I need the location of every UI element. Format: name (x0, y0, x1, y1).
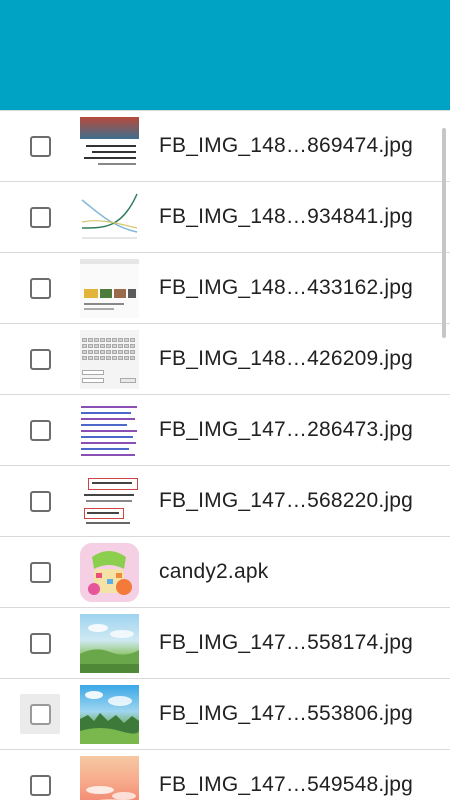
thumb-landscape-icon (80, 613, 139, 673)
checkbox-container[interactable] (20, 765, 60, 800)
file-name: FB_IMG_147…558174.jpg (159, 631, 414, 654)
thumb-sunset-icon (80, 755, 139, 800)
checkbox-container[interactable] (20, 410, 60, 450)
list-item[interactable]: FB_IMG_147…286473.jpg (0, 395, 450, 466)
file-name: FB_IMG_148…869474.jpg (159, 134, 414, 157)
list-item[interactable]: FB_IMG_147…549548.jpg (0, 750, 450, 800)
list-item[interactable]: candy2.apk (0, 537, 450, 608)
thumb-webpage-icon (80, 258, 139, 318)
checkbox-container[interactable] (20, 552, 60, 592)
checkbox-container[interactable] (20, 623, 60, 663)
checkbox[interactable] (29, 561, 51, 583)
file-name: FB_IMG_148…433162.jpg (159, 276, 414, 299)
file-list[interactable]: FB_IMG_148…869474.jpg FB_IMG_148…934841.… (0, 110, 450, 800)
checkbox[interactable] (29, 348, 51, 370)
list-item[interactable]: FB_IMG_148…426209.jpg (0, 324, 450, 395)
list-item[interactable]: FB_IMG_147…553806.jpg (0, 679, 450, 750)
checkbox-container[interactable] (20, 197, 60, 237)
file-name: FB_IMG_147…568220.jpg (159, 489, 414, 512)
app-bar (0, 0, 450, 110)
thumb-line-chart-icon (80, 187, 139, 247)
thumb-arabic-text-icon (80, 116, 139, 176)
thumb-code-icon (80, 400, 139, 460)
list-item[interactable]: FB_IMG_147…558174.jpg (0, 608, 450, 679)
file-name: FB_IMG_147…553806.jpg (159, 702, 414, 725)
file-name: FB_IMG_148…934841.jpg (159, 205, 414, 228)
list-item[interactable]: FB_IMG_147…568220.jpg (0, 466, 450, 537)
list-item[interactable]: FB_IMG_148…869474.jpg (0, 110, 450, 182)
file-name: FB_IMG_147…549548.jpg (159, 773, 414, 796)
list-item[interactable]: FB_IMG_148…433162.jpg (0, 253, 450, 324)
thumb-candy-app-icon (80, 542, 139, 602)
thumb-landscape-icon (80, 684, 139, 744)
checkbox[interactable] (29, 703, 51, 725)
checkbox[interactable] (29, 490, 51, 512)
list-item[interactable]: FB_IMG_148…934841.jpg (0, 182, 450, 253)
checkbox-container[interactable] (20, 481, 60, 521)
file-name: FB_IMG_147…286473.jpg (159, 418, 414, 441)
checkbox-container[interactable] (20, 694, 60, 734)
checkbox[interactable] (29, 206, 51, 228)
scrollbar[interactable] (442, 128, 446, 338)
checkbox[interactable] (29, 277, 51, 299)
file-name: candy2.apk (159, 560, 269, 583)
thumb-game-text-icon (80, 471, 139, 531)
checkbox-container[interactable] (20, 268, 60, 308)
checkbox[interactable] (29, 632, 51, 654)
checkbox[interactable] (29, 135, 51, 157)
thumb-keyboard-icon (80, 329, 139, 389)
checkbox-container[interactable] (20, 339, 60, 379)
checkbox-container[interactable] (20, 126, 60, 166)
checkbox[interactable] (29, 774, 51, 796)
checkbox[interactable] (29, 419, 51, 441)
file-name: FB_IMG_148…426209.jpg (159, 347, 414, 370)
